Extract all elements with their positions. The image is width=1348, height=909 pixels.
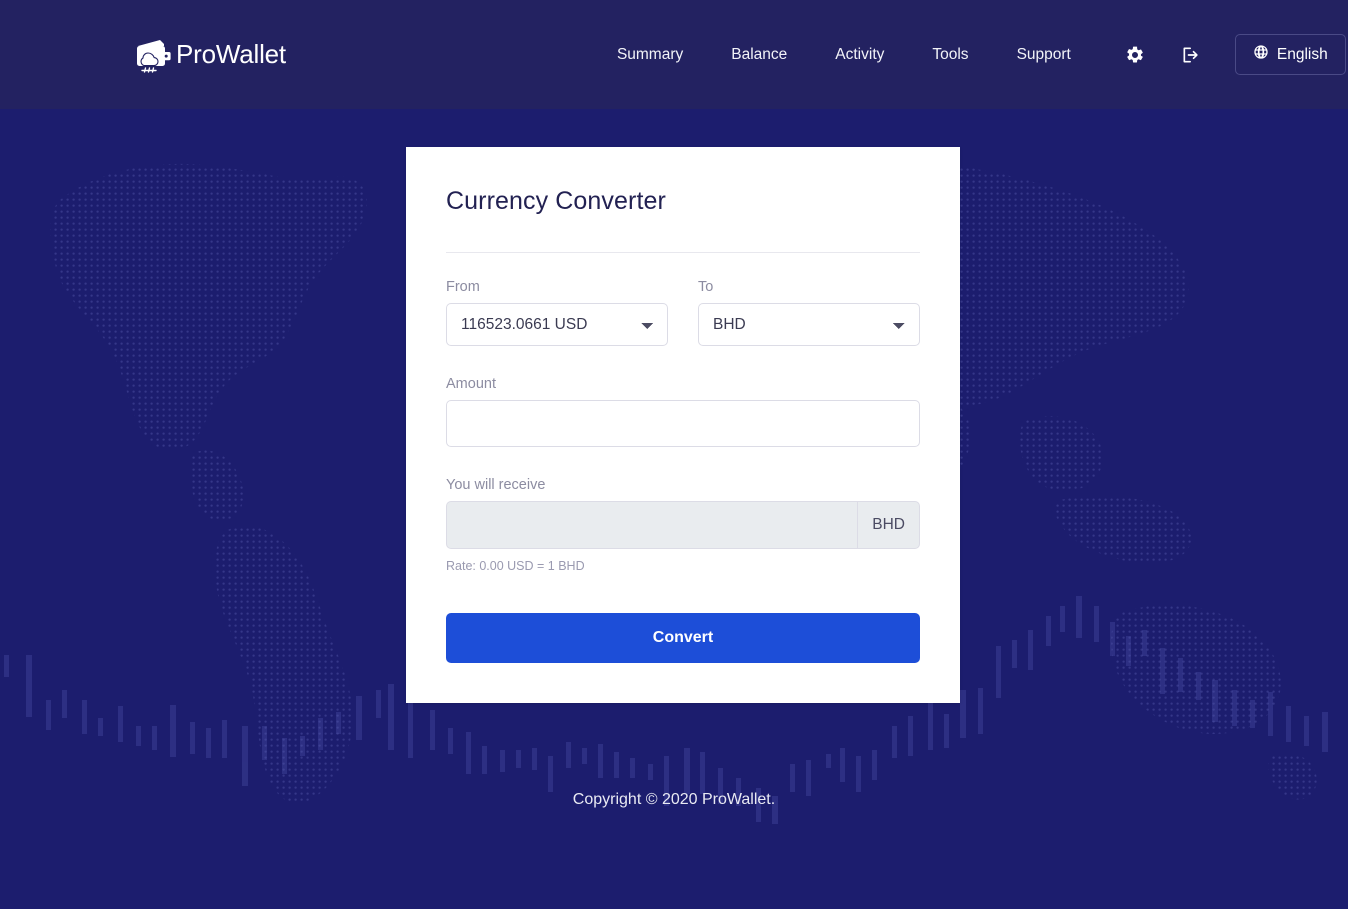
brand-logo-link[interactable]: ProWallet bbox=[130, 34, 286, 76]
receive-input-group: BHD bbox=[446, 501, 920, 549]
receive-label: You will receive bbox=[446, 477, 546, 493]
sign-out-icon bbox=[1181, 45, 1201, 65]
globe-icon bbox=[1253, 44, 1269, 65]
from-label: From bbox=[446, 279, 480, 295]
currency-pair-row: From 116523.0661 USD To BHD bbox=[446, 279, 920, 346]
to-currency-group: To BHD bbox=[698, 279, 920, 346]
title-divider bbox=[446, 252, 920, 253]
language-selector-button[interactable]: English bbox=[1234, 34, 1346, 75]
footer-copyright: Copyright © 2020 ProWallet. bbox=[572, 791, 776, 808]
brand-name: ProWallet bbox=[176, 39, 286, 69]
settings-button[interactable] bbox=[1115, 36, 1155, 74]
nav-item-balance[interactable]: Balance bbox=[707, 46, 811, 64]
wallet-cloud-icon bbox=[130, 34, 172, 76]
nav-item-activity[interactable]: Activity bbox=[811, 46, 908, 64]
receive-amount-input bbox=[446, 501, 858, 549]
nav-item-tools[interactable]: Tools bbox=[908, 46, 992, 64]
to-currency-select[interactable]: BHD bbox=[698, 303, 920, 346]
page-title: Currency Converter bbox=[446, 187, 666, 215]
amount-input[interactable] bbox=[446, 400, 920, 447]
receive-group: You will receive BHD Rate: 0.00 USD = 1 … bbox=[446, 477, 920, 573]
logout-button[interactable] bbox=[1171, 36, 1211, 74]
currency-converter-card: Currency Converter From 116523.0661 USD … bbox=[406, 147, 960, 703]
from-currency-group: From 116523.0661 USD bbox=[446, 279, 668, 346]
primary-navigation: Summary Balance Activity Tools Support E… bbox=[593, 34, 1346, 75]
gear-icon bbox=[1125, 45, 1145, 65]
convert-button[interactable]: Convert bbox=[446, 613, 920, 663]
amount-group: Amount bbox=[446, 376, 920, 447]
site-header: ProWallet Summary Balance Activity Tools… bbox=[0, 0, 1348, 109]
to-label: To bbox=[698, 279, 714, 295]
from-currency-select[interactable]: 116523.0661 USD bbox=[446, 303, 668, 346]
language-label: English bbox=[1276, 45, 1328, 63]
nav-item-summary[interactable]: Summary bbox=[593, 46, 707, 64]
nav-item-support[interactable]: Support bbox=[993, 46, 1095, 64]
exchange-rate-note: Rate: 0.00 USD = 1 BHD bbox=[446, 559, 585, 573]
receive-currency-addon: BHD bbox=[857, 501, 920, 549]
amount-label: Amount bbox=[446, 376, 496, 392]
